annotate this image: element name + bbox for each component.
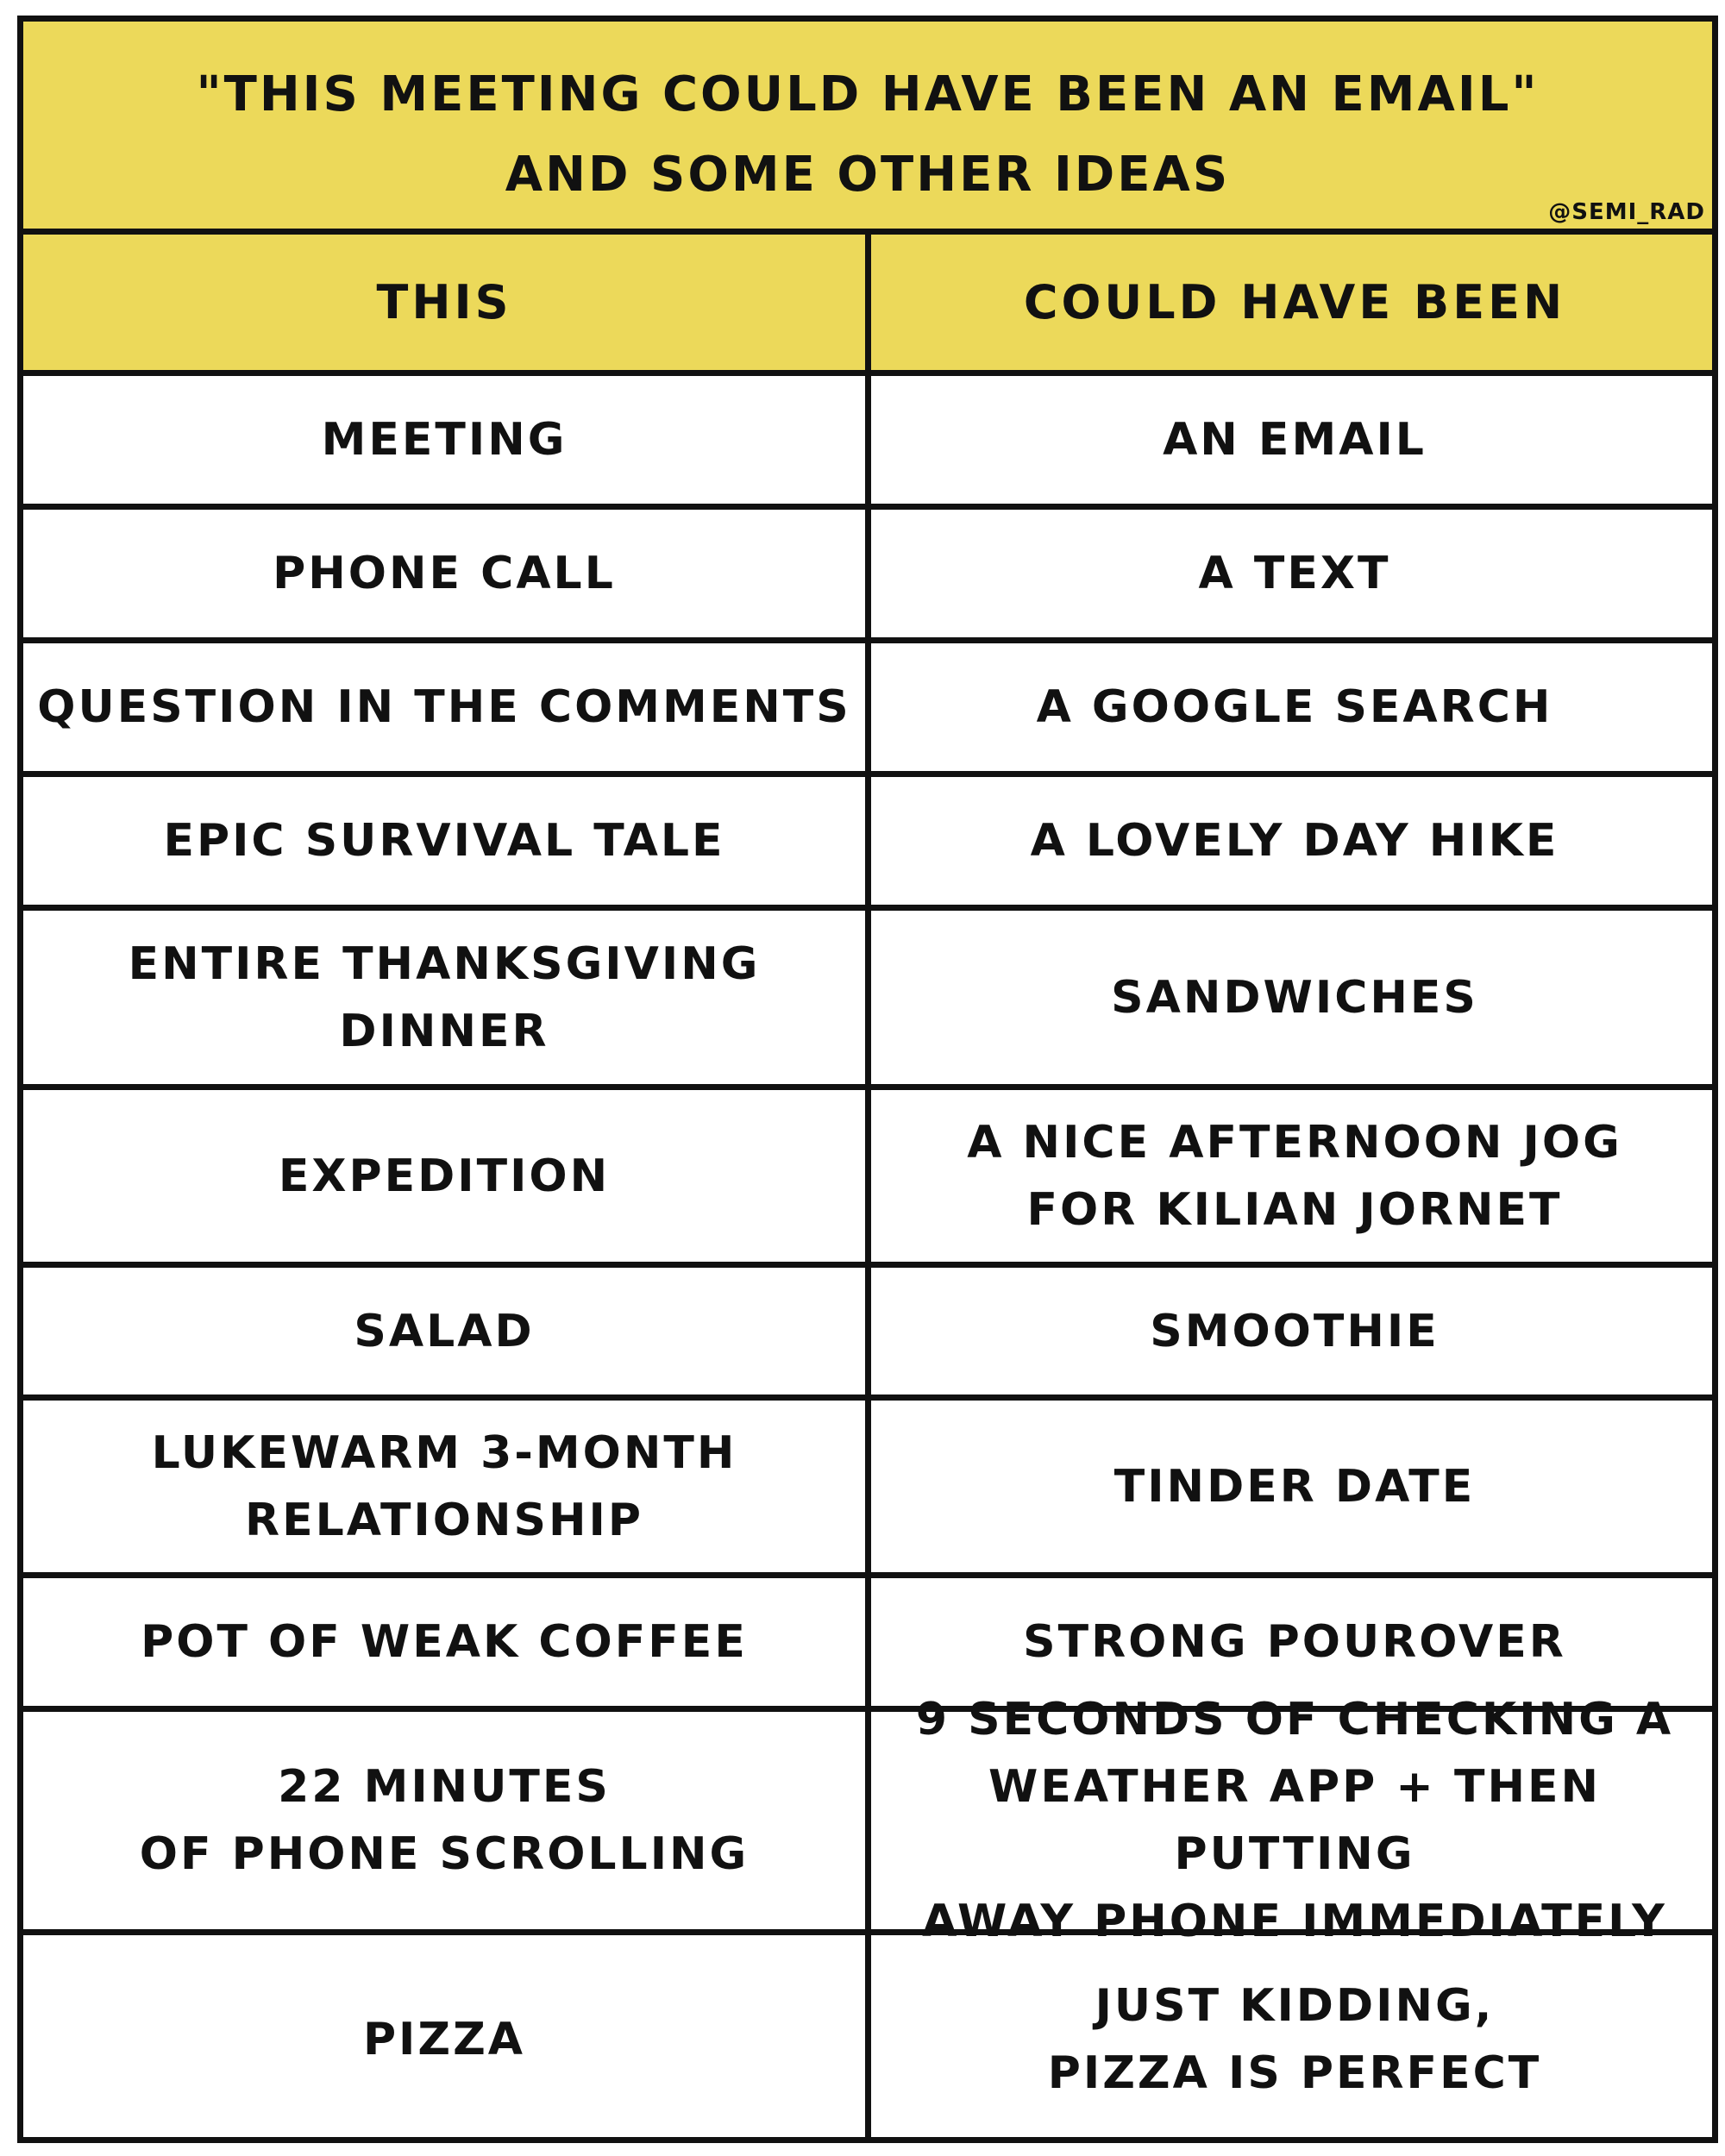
title-banner: "THIS MEETING COULD HAVE BEEN AN EMAIL" … (23, 22, 1712, 235)
this-cell: 22 MINUTES OF PHONE SCROLLING (139, 1761, 750, 1880)
could-have-been-cell: A TEXT (1198, 548, 1391, 599)
this-cell: SALAD (354, 1305, 535, 1357)
this-cell: PHONE CALL (273, 548, 616, 599)
comparison-table: THIS COULD HAVE BEEN MEETING AN EMAIL PH… (23, 235, 1712, 2143)
this-cell: QUESTION IN THE COMMENTS (37, 681, 851, 733)
title-line-2: AND SOME OTHER IDEAS (505, 147, 1231, 203)
could-have-been-cell: AN EMAIL (1163, 414, 1427, 466)
this-cell: ENTIRE THANKSGIVING DINNER (128, 937, 761, 1057)
this-cell: EXPEDITION (278, 1150, 611, 1202)
could-have-been-cell: A NICE AFTERNOON JOG FOR KILIAN JORNET (967, 1116, 1622, 1236)
could-have-been-cell: A GOOGLE SEARCH (1036, 681, 1553, 733)
this-cell: EPIC SURVIVAL TALE (163, 815, 725, 867)
this-cell: PIZZA (362, 2013, 526, 2065)
could-have-been-cell: 9 SECONDS OF CHECKING A WEATHER APP + TH… (915, 1694, 1674, 1947)
title-line-1: "THIS MEETING COULD HAVE BEEN AN EMAIL" (196, 66, 1540, 122)
this-cell: MEETING (321, 414, 568, 466)
header-could-have-been: COULD HAVE BEEN (1023, 274, 1566, 329)
author-credit: @SEMI_RAD (1548, 199, 1705, 225)
comic-panel: "THIS MEETING COULD HAVE BEEN AN EMAIL" … (17, 16, 1718, 2143)
could-have-been-cell: TINDER DATE (1113, 1460, 1476, 1513)
could-have-been-cell: SANDWICHES (1111, 971, 1478, 1024)
could-have-been-cell: A LOVELY DAY HIKE (1030, 815, 1559, 867)
column-divider (865, 235, 871, 2143)
header-this: THIS (376, 274, 512, 329)
could-have-been-cell: SMOOTHIE (1150, 1305, 1440, 1357)
this-cell: POT OF WEAK COFFEE (141, 1616, 748, 1668)
this-cell: LUKEWARM 3-MONTH RELATIONSHIP (151, 1426, 737, 1546)
could-have-been-cell: JUST KIDDING, PIZZA IS PERFECT (1047, 1979, 1542, 2099)
